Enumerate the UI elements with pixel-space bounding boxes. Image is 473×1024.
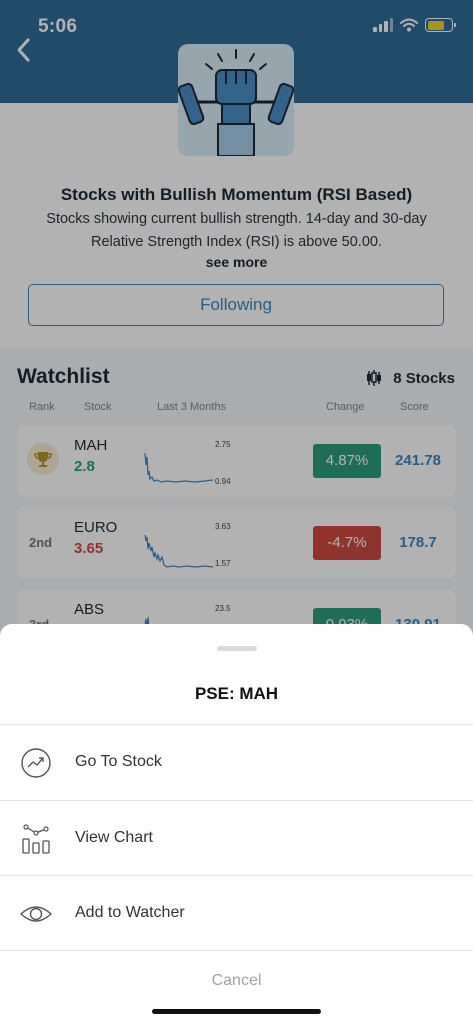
cancel-button[interactable]: Cancel: [0, 972, 473, 990]
view-chart-button[interactable]: View Chart: [0, 801, 473, 876]
go-to-stock-button[interactable]: Go To Stock: [0, 725, 473, 800]
add-to-watcher-button[interactable]: Add to Watcher: [0, 876, 473, 951]
sheet-title: PSE: MAH: [194, 684, 279, 703]
trend-up-icon: [21, 748, 51, 778]
sheet-grabber[interactable]: [217, 646, 257, 651]
home-indicator[interactable]: [152, 1009, 321, 1014]
action-label: Go To Stock: [75, 753, 162, 770]
eye-icon: [20, 906, 52, 922]
action-sheet: PSE: MAH Go To Stock View Chart Add to W…: [0, 624, 473, 1024]
chart-bars-icon: [22, 824, 50, 854]
action-label: View Chart: [75, 829, 153, 846]
action-label: Add to Watcher: [75, 904, 185, 921]
divider: [0, 950, 473, 951]
